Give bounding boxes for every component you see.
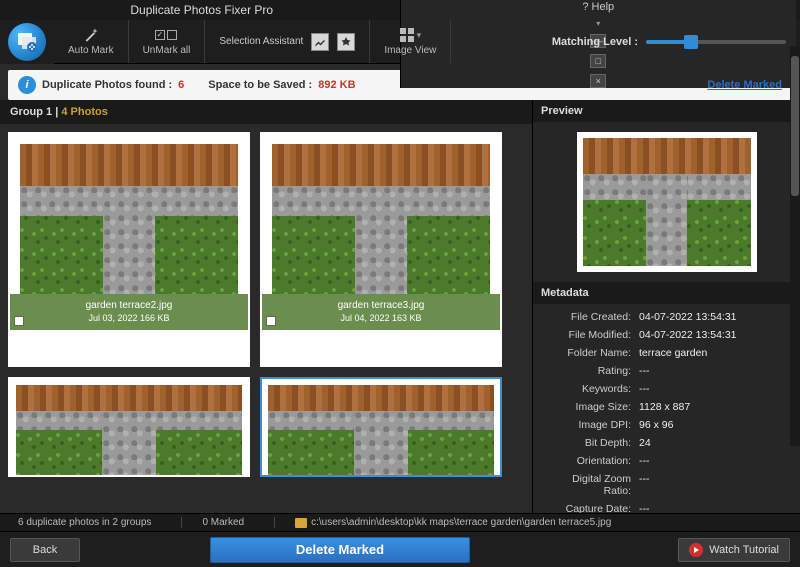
wand-icon xyxy=(83,27,99,43)
thumbnail-image xyxy=(262,134,500,294)
metadata-row: Folder Name:terrace garden xyxy=(543,344,790,362)
close-button[interactable]: × xyxy=(590,74,606,88)
metadata-row: File Created:04-07-2022 13:54:31 xyxy=(543,308,790,326)
photo-checkbox[interactable] xyxy=(14,316,24,326)
preview-box xyxy=(533,122,800,282)
group-header: Group 1 | 4 Photos xyxy=(0,100,532,124)
metadata-value: terrace garden xyxy=(639,347,790,359)
delete-marked-button[interactable]: Delete Marked xyxy=(210,537,470,563)
group-count: 4 Photos xyxy=(61,106,107,118)
app-logo xyxy=(0,20,54,64)
metadata-value: --- xyxy=(639,473,790,497)
photo-filename: garden terrace2.jpg xyxy=(14,300,244,311)
metadata-row: Keywords:--- xyxy=(543,380,790,398)
info-icon: i xyxy=(18,76,36,94)
grid-icon: ▾ xyxy=(400,27,422,43)
selection-label: Selection Assistant xyxy=(219,36,303,47)
metadata-key: Bit Depth: xyxy=(543,437,639,449)
play-icon xyxy=(689,543,703,557)
metadata-key: File Modified: xyxy=(543,329,639,341)
photo-caption: garden terrace2.jpg Jul 03, 2022 166 KB xyxy=(10,294,248,330)
watch-tutorial-button[interactable]: Watch Tutorial xyxy=(678,538,790,562)
slider-thumb[interactable] xyxy=(684,35,698,49)
metadata-key: Digital Zoom Ratio: xyxy=(543,473,639,497)
vertical-scrollbar[interactable] xyxy=(790,46,800,446)
thumbnail-image xyxy=(10,379,248,477)
thumbnail-grid: garden terrace2.jpg Jul 03, 2022 166 KB … xyxy=(0,124,532,520)
photo-meta: Jul 04, 2022 163 KB xyxy=(340,313,421,323)
selection-tool-1[interactable] xyxy=(311,33,329,51)
scrollbar-thumb[interactable] xyxy=(791,56,799,196)
photo-card[interactable] xyxy=(8,377,250,477)
selection-assistant: Selection Assistant xyxy=(205,20,370,63)
folder-icon xyxy=(295,518,307,528)
photo-meta: Jul 03, 2022 166 KB xyxy=(88,313,169,323)
photo-card-selected[interactable] xyxy=(260,377,502,477)
metadata-key: Folder Name: xyxy=(543,347,639,359)
metadata-row: Rating:--- xyxy=(543,362,790,380)
toolbar: Auto Mark UnMark all Selection Assistant… xyxy=(0,20,800,64)
found-count: 6 xyxy=(178,79,184,91)
metadata-list: File Created:04-07-2022 13:54:31File Mod… xyxy=(533,304,800,520)
metadata-row: Image Size:1128 x 887 xyxy=(543,398,790,416)
matching-level: Matching Level : xyxy=(552,36,786,48)
metadata-title: Metadata xyxy=(533,282,800,304)
metadata-key: Keywords: xyxy=(543,383,639,395)
back-button[interactable]: Back xyxy=(10,538,80,562)
metadata-row: Digital Zoom Ratio:--- xyxy=(543,470,790,500)
bottom-bar: Back Delete Marked Watch Tutorial xyxy=(0,531,800,567)
photo-checkbox[interactable] xyxy=(266,316,276,326)
help-link[interactable]: ? Help xyxy=(582,1,614,13)
photo-card[interactable]: garden terrace2.jpg Jul 03, 2022 166 KB xyxy=(8,132,250,367)
preview-title: Preview xyxy=(533,100,800,122)
space-value: 892 KB xyxy=(318,79,355,91)
metadata-row: File Modified:04-07-2022 13:54:31 xyxy=(543,326,790,344)
titlebar: Duplicate Photos Fixer Pro ▾ Settings ? … xyxy=(0,0,800,20)
automark-button[interactable]: Auto Mark xyxy=(54,20,129,63)
found-label: Duplicate Photos found : xyxy=(42,79,172,91)
automark-label: Auto Mark xyxy=(68,45,114,56)
status-bar: 6 duplicate photos in 2 groups 0 Marked … xyxy=(0,513,800,531)
metadata-key: Image Size: xyxy=(543,401,639,413)
metadata-key: Image DPI: xyxy=(543,419,639,431)
thumbnail-image xyxy=(10,134,248,294)
image-view-button[interactable]: ▾ Image View xyxy=(370,20,451,63)
metadata-value: 04-07-2022 13:54:31 xyxy=(639,311,790,323)
photo-filename: garden terrace3.jpg xyxy=(266,300,496,311)
metadata-value: --- xyxy=(639,455,790,467)
delete-marked-link[interactable]: Delete Marked xyxy=(707,79,782,91)
image-view-label: Image View xyxy=(384,45,436,56)
metadata-row: Bit Depth:24 xyxy=(543,434,790,452)
metadata-value: 1128 x 887 xyxy=(639,401,790,413)
metadata-value: 96 x 96 xyxy=(639,419,790,431)
results-panel: Group 1 | 4 Photos garden terrace2.jpg J… xyxy=(0,100,532,520)
matching-slider[interactable] xyxy=(646,40,786,44)
status-summary: 6 duplicate photos in 2 groups xyxy=(8,517,161,528)
status-marked: 0 Marked xyxy=(181,517,254,528)
unmark-label: UnMark all xyxy=(143,45,191,56)
status-filepath: c:\users\admin\desktop\kk maps\terrace g… xyxy=(274,517,611,528)
metadata-key: File Created: xyxy=(543,311,639,323)
side-panel: Preview Metadata File Created:04-07-2022… xyxy=(532,100,800,520)
space-label: Space to be Saved : xyxy=(208,79,312,91)
metadata-value: --- xyxy=(639,383,790,395)
selection-tool-2[interactable] xyxy=(337,33,355,51)
metadata-value: 24 xyxy=(639,437,790,449)
group-label: Group 1 xyxy=(10,106,52,118)
metadata-value: 04-07-2022 13:54:31 xyxy=(639,329,790,341)
matching-label: Matching Level : xyxy=(552,36,638,48)
unmark-button[interactable]: UnMark all xyxy=(129,20,206,63)
metadata-row: Image DPI:96 x 96 xyxy=(543,416,790,434)
metadata-key: Rating: xyxy=(543,365,639,377)
unmark-icon xyxy=(155,27,177,43)
metadata-value: --- xyxy=(639,365,790,377)
tutorial-label: Watch Tutorial xyxy=(709,544,779,556)
photo-card[interactable]: garden terrace3.jpg Jul 04, 2022 163 KB xyxy=(260,132,502,367)
photo-caption: garden terrace3.jpg Jul 04, 2022 163 KB xyxy=(262,294,500,330)
preview-image xyxy=(577,132,757,272)
metadata-row: Orientation:--- xyxy=(543,452,790,470)
thumbnail-image xyxy=(262,379,500,477)
metadata-key: Orientation: xyxy=(543,455,639,467)
app-title: Duplicate Photos Fixer Pro xyxy=(4,3,400,17)
